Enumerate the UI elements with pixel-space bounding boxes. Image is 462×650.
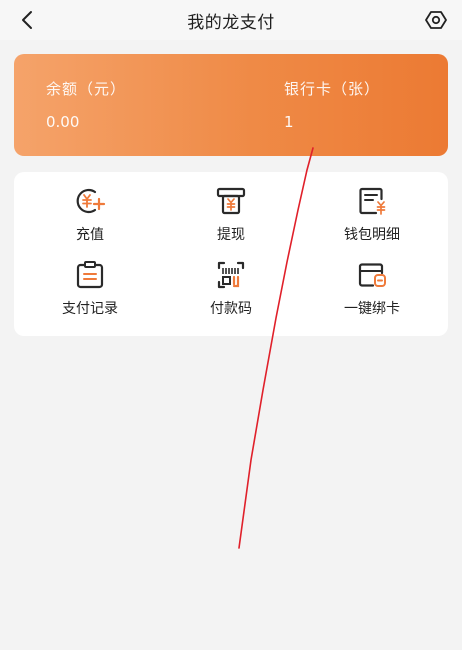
bind-card-label: 一键绑卡 — [344, 301, 400, 317]
settings-icon — [425, 11, 447, 29]
withdraw-label: 提现 — [217, 227, 245, 243]
chevron-left-icon — [22, 11, 32, 29]
balance-card[interactable]: 余额（元） 0.00 银行卡（张） 1 — [14, 54, 448, 156]
wallet-detail-button[interactable]: 钱包明细 — [312, 186, 432, 246]
payment-code-icon — [214, 260, 248, 290]
recharge-label: 充值 — [76, 227, 104, 243]
withdraw-button[interactable]: 提现 — [171, 186, 291, 246]
balance-label: 余额（元） — [46, 80, 127, 98]
wallet-detail-label: 钱包明细 — [344, 227, 400, 243]
bind-card-button[interactable]: 一键绑卡 — [312, 260, 432, 320]
page-title: 我的龙支付 — [187, 12, 275, 33]
balance-value: 0.00 — [46, 113, 80, 131]
top-navigation-bar: 我的龙支付 — [0, 0, 462, 40]
settings-button[interactable] — [422, 6, 450, 34]
balance-section[interactable]: 余额（元） 0.00 — [46, 78, 126, 131]
back-button[interactable] — [14, 6, 42, 34]
withdraw-icon — [214, 186, 248, 216]
bind-card-icon — [355, 260, 389, 290]
bank-card-label: 银行卡（张） — [284, 80, 381, 98]
payment-code-label: 付款码 — [210, 301, 252, 317]
bank-card-count: 1 — [284, 113, 294, 131]
page: 我的龙支付 余额（元） 0.00 银行卡（张） 1 充值 提现 钱包明细 支付记… — [0, 0, 462, 650]
function-menu: 充值 提现 钱包明细 支付记录 付款码 一键绑卡 — [14, 172, 448, 336]
payment-code-button[interactable]: 付款码 — [171, 260, 291, 320]
wallet-detail-icon — [355, 186, 389, 216]
recharge-button[interactable]: 充值 — [30, 186, 150, 246]
payment-record-icon — [73, 260, 107, 290]
recharge-icon — [73, 186, 107, 216]
payment-record-button[interactable]: 支付记录 — [30, 260, 150, 320]
bank-card-section[interactable]: 银行卡（张） 1 — [284, 78, 380, 131]
payment-record-label: 支付记录 — [62, 301, 118, 317]
